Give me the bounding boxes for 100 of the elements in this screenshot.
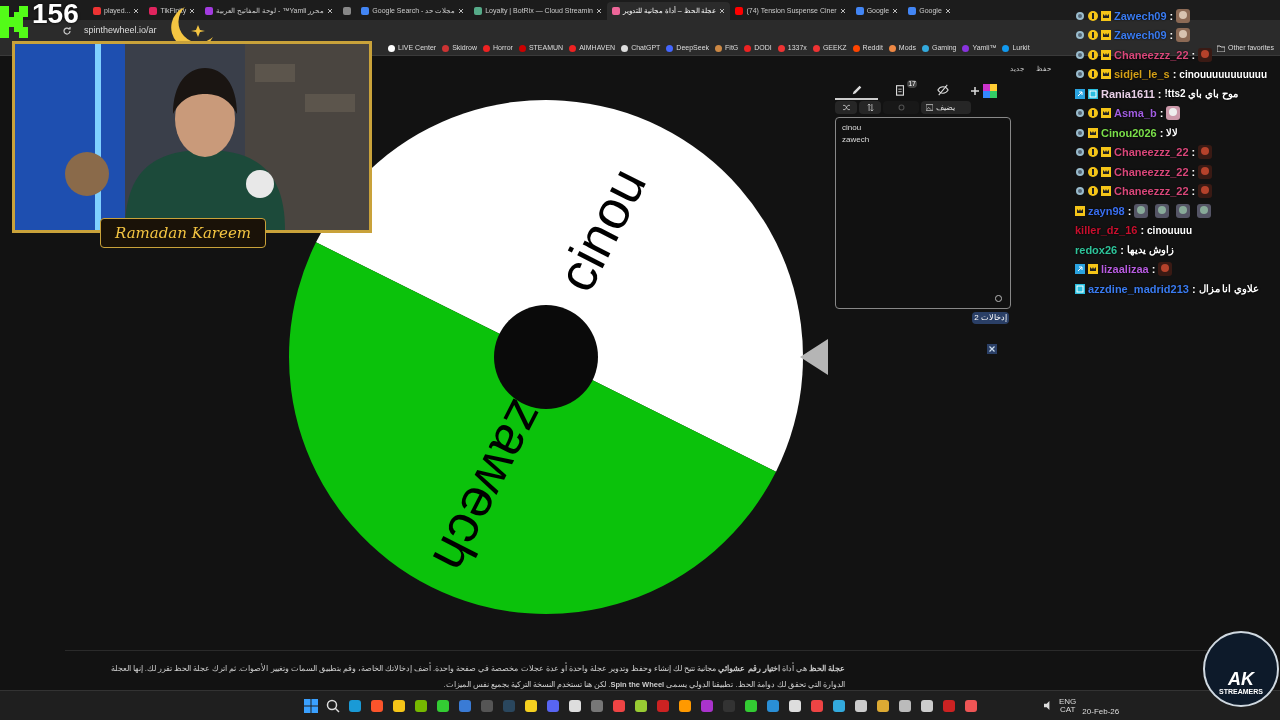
crown-icon <box>1101 147 1111 158</box>
close-icon[interactable] <box>458 8 465 14</box>
chat-username: Chaneezzz_22 <box>1114 47 1189 63</box>
app-icon[interactable] <box>436 698 450 713</box>
chat-separator: : <box>1120 242 1124 258</box>
chat-separator: : <box>1191 47 1196 63</box>
chat-separator: : <box>1172 67 1177 82</box>
favicon-icon <box>205 7 214 15</box>
banner-text: Ramadan Kareem <box>115 224 252 242</box>
globe-icon <box>1075 108 1085 119</box>
favicon-icon <box>715 44 723 52</box>
favicon-icon <box>735 7 744 15</box>
chat-separator: : <box>1191 145 1196 160</box>
chat-username: lizaalizaa <box>1101 262 1149 277</box>
panel-button[interactable] <box>859 101 881 114</box>
globe-icon <box>1075 166 1085 177</box>
app-icon[interactable] <box>370 698 384 713</box>
chat-username: sidjel_le_s <box>1114 67 1170 82</box>
date-text: 20-Feb-26 <box>1082 705 1120 718</box>
app-icon[interactable] <box>876 698 890 713</box>
gear-icon <box>897 104 905 111</box>
chat-username: Cinou2026 <box>1101 125 1157 141</box>
chat-message: زاوش يديها <box>1126 243 1174 258</box>
app-icon[interactable] <box>414 698 428 713</box>
chat-separator: : <box>1169 28 1174 43</box>
app-icon[interactable] <box>744 698 758 713</box>
entry-text: zawech <box>842 134 871 146</box>
favicon-icon <box>569 44 577 52</box>
gift-badge-icon <box>1088 88 1098 99</box>
close-icon[interactable] <box>133 8 140 14</box>
app-icon[interactable] <box>788 698 802 713</box>
chat-username: zayn98 <box>1088 203 1125 219</box>
segment-label: cinou <box>545 158 658 301</box>
favicon-icon <box>442 44 450 52</box>
app-icon[interactable] <box>898 698 912 713</box>
chat-separator: : <box>1157 86 1162 102</box>
close-icon[interactable] <box>892 8 899 14</box>
crown-icon <box>1075 205 1085 216</box>
panel-button[interactable] <box>835 101 857 114</box>
globe-icon <box>1075 147 1085 158</box>
shuffle-icon <box>842 104 850 111</box>
color-palette-icon[interactable] <box>983 84 997 98</box>
panel-button[interactable]: يضيف <box>921 101 971 114</box>
close-icon[interactable] <box>595 8 602 14</box>
entries-field[interactable]: cinou zawech <box>835 117 1011 309</box>
chat-username: Zawech09 <box>1114 28 1167 43</box>
chat-separator: : <box>1159 125 1164 141</box>
app-icon[interactable] <box>348 698 362 713</box>
reload-icon[interactable] <box>62 25 72 36</box>
app-icon[interactable] <box>524 698 538 713</box>
emote-icon <box>1166 106 1181 121</box>
favicon-icon <box>388 44 395 52</box>
plus-icon[interactable] <box>971 87 979 95</box>
chat-separator: : <box>1191 184 1196 199</box>
chat-message: لالا <box>1166 126 1179 141</box>
close-icon[interactable] <box>944 8 951 14</box>
chat-separator: : <box>1140 223 1145 238</box>
close-icon[interactable] <box>987 344 997 354</box>
globe-icon <box>1075 30 1085 41</box>
address-field[interactable]: spinthewheel.io/ar <box>84 23 157 38</box>
favicon-icon <box>483 44 491 52</box>
arrow-badge-icon <box>1075 264 1085 275</box>
chat-message: !tts2 موح باي باي <box>1164 87 1238 102</box>
favicon-icon <box>888 44 896 52</box>
close-icon[interactable] <box>327 8 334 14</box>
close-icon[interactable] <box>189 8 196 14</box>
favicon-icon <box>93 7 101 15</box>
emote-icon <box>1198 184 1213 199</box>
one-badge-icon <box>1088 147 1098 158</box>
app-icon[interactable] <box>854 698 868 713</box>
folder-icon <box>1217 44 1226 52</box>
favicon-icon <box>777 44 785 52</box>
chat-username: Zawech09 <box>1114 8 1167 24</box>
favicon-icon <box>518 44 526 52</box>
emoji-icon[interactable] <box>995 295 1002 302</box>
pointer-icon <box>800 339 828 375</box>
app-icon[interactable] <box>832 698 846 713</box>
one-badge-icon <box>1088 186 1098 197</box>
app-icon[interactable] <box>920 698 934 713</box>
clipboard-icon <box>893 84 906 96</box>
language-indicator[interactable]: ENG <box>1059 697 1077 706</box>
app-icon[interactable] <box>568 698 582 713</box>
chat-username: redox26 <box>1075 242 1118 258</box>
emote-icon <box>1176 28 1191 43</box>
favicon-icon <box>149 7 158 15</box>
one-badge-icon <box>1088 166 1098 177</box>
search-icon[interactable] <box>326 698 340 713</box>
app-icon[interactable] <box>678 698 692 713</box>
crown-icon <box>1088 264 1098 275</box>
app-icon[interactable] <box>634 698 648 713</box>
close-icon[interactable] <box>719 8 726 14</box>
chat-separator: : <box>1151 262 1156 277</box>
close-icon[interactable] <box>839 8 846 14</box>
favicon-icon <box>621 44 629 52</box>
emote-icon <box>1158 262 1173 277</box>
one-badge-icon <box>1088 108 1098 119</box>
viewer-count: 156 <box>32 2 79 26</box>
layout-indicator[interactable]: CAT <box>1059 705 1076 714</box>
app-icon[interactable] <box>392 698 406 713</box>
windows-icon[interactable] <box>304 698 318 713</box>
